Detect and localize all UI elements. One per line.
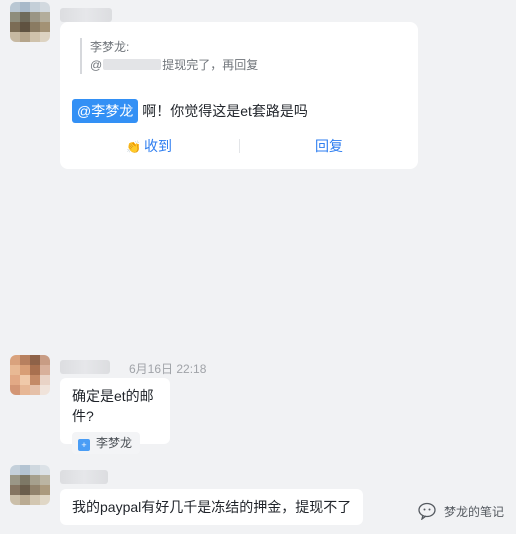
watermark: 梦龙的笔记 (418, 502, 504, 520)
message-timestamp: 6月16日 22:18 (129, 362, 207, 376)
message-bubble: 我的paypal有好几千是冻结的押金，提现不了 (60, 489, 364, 525)
message-text: 我的paypal有好几千是冻结的押金，提现不了 (72, 499, 352, 515)
reply-text-line: @李梦龙 啊！你觉得这是et套路是吗 (72, 99, 308, 123)
reply-message-card: 李梦龙: @ 提现完了，再回复 @李梦龙 啊！你觉得这是et套路是吗 👏 收到 回复 (60, 22, 418, 169)
message-bubble: 确定是et的邮件? + 李梦龙 (60, 378, 170, 454)
quote-body: 提现完了，再回复 (162, 58, 259, 72)
reply-button[interactable]: 回复 (240, 134, 418, 158)
mention-name: 李梦龙 (96, 436, 133, 450)
avatar[interactable] (10, 355, 50, 395)
mention-chip[interactable]: + 李梦龙 (72, 432, 141, 454)
message-text: 确定是et的邮件? (72, 388, 154, 424)
quote-text: @ 提现完了，再回复 (90, 56, 258, 74)
person-icon: + (78, 439, 90, 451)
avatar[interactable] (10, 465, 50, 505)
received-label: 收到 (143, 138, 172, 154)
redacted-mention (103, 59, 162, 70)
clap-icon: 👏 (126, 140, 141, 154)
reply-label: 回复 (315, 138, 343, 154)
quote-author: 李梦龙: (90, 40, 130, 54)
sender-name-redacted (60, 8, 112, 22)
quoted-message: 李梦龙: @ 提现完了，再回复 (80, 38, 258, 74)
wechat-official-account-icon (418, 502, 436, 520)
sender-name-redacted (60, 360, 110, 374)
watermark-text: 梦龙的笔记 (443, 504, 504, 519)
reply-actions: 👏 收到 回复 (60, 134, 418, 160)
quote-prefix: @ (90, 58, 103, 72)
message-text: 啊！你觉得这是et套路是吗 (142, 103, 308, 119)
sender-name-redacted (60, 470, 108, 484)
mention-chip[interactable]: @李梦龙 (72, 99, 139, 123)
avatar[interactable] (10, 2, 50, 42)
received-button[interactable]: 👏 收到 (60, 134, 238, 159)
